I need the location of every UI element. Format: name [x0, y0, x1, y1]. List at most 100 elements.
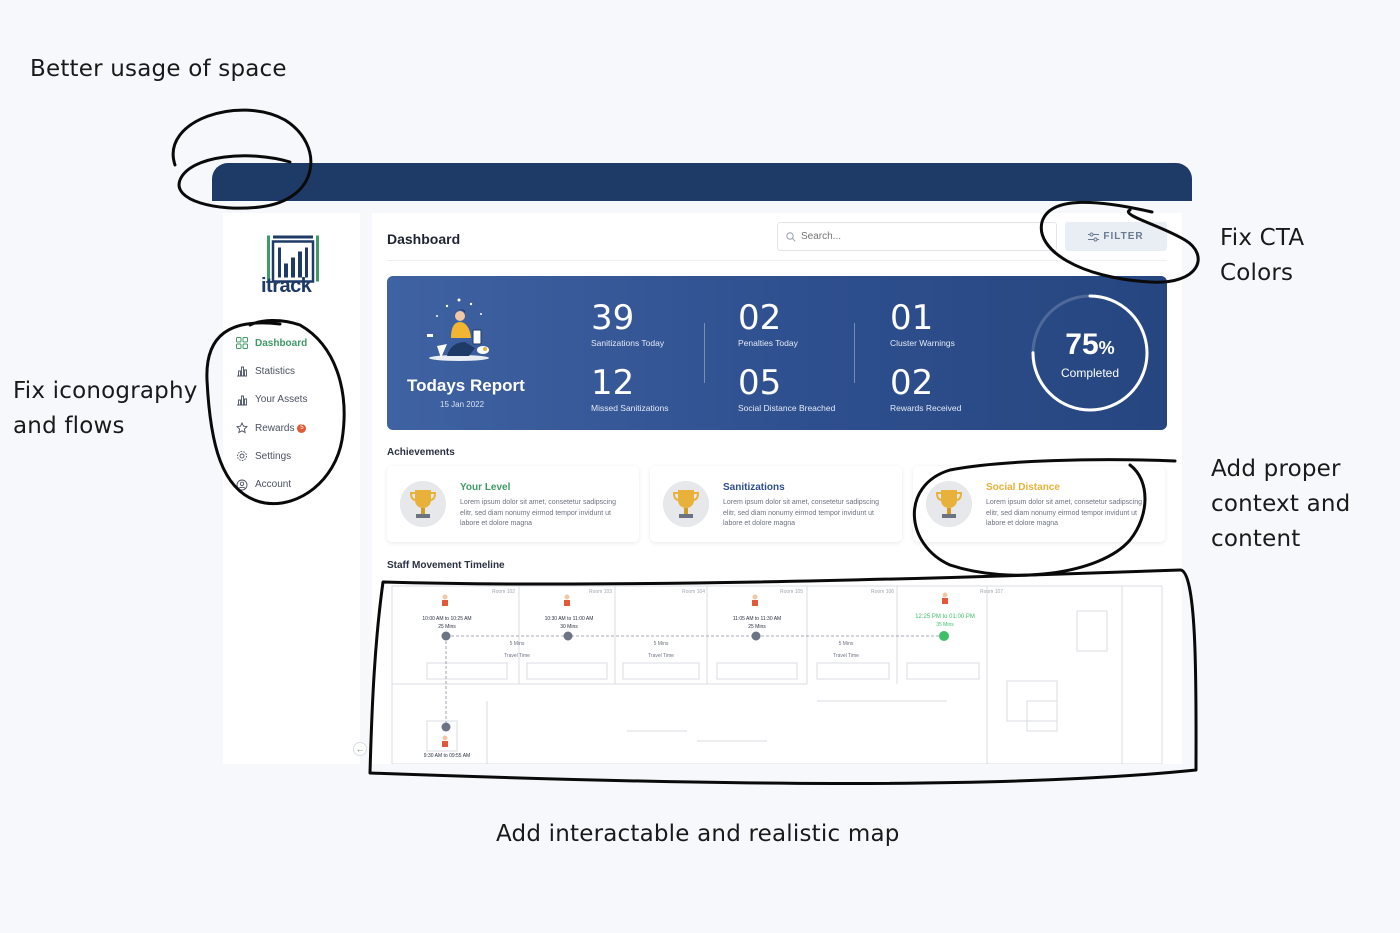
annotation-map: Add interactable and realistic map: [496, 821, 900, 847]
trophy-icon: [926, 481, 972, 527]
stat-sanitizations-today: 39 Sanitizations Today: [591, 300, 664, 348]
grid-icon: [236, 337, 248, 350]
achievement-description: Lorem ipsum dolor sit amet, consetetur s…: [723, 499, 880, 527]
stat-label: Sanitizations Today: [591, 338, 665, 348]
stop-duration: 30 Mins: [560, 624, 578, 630]
sidebar-item-account[interactable]: Account: [236, 470, 354, 498]
timeline-stop[interactable]: 11:05 AM to 11:30 AM 25 Mins: [725, 615, 789, 631]
achievement-title: Social Distance: [986, 482, 1060, 493]
annotation-context: Add proper context and content: [1211, 452, 1350, 557]
achievement-card-social-distance[interactable]: Social Distance Lorem ipsum dolor sit am…: [913, 466, 1165, 542]
travel-duration: 5 Mins: [653, 641, 669, 647]
travel-time-label: 5 Mins Travel Time: [641, 638, 681, 662]
achievement-description: Lorem ipsum dolor sit amet, consetetur s…: [460, 499, 617, 527]
annotation-context-line: Add proper: [1211, 456, 1341, 482]
achievement-card-level[interactable]: Your Level Lorem ipsum dolor sit amet, c…: [387, 466, 639, 542]
travel-duration: 5 Mins: [509, 641, 525, 647]
achievement-title: Your Level: [460, 482, 511, 493]
stat-cluster-warnings: 01 Cluster Warnings: [890, 300, 955, 348]
stat-value: 02: [890, 363, 934, 403]
stat-value: 05: [738, 363, 782, 403]
stat-value: 01: [890, 298, 934, 338]
annotation-space: Better usage of space: [30, 56, 287, 82]
gear-icon: [237, 451, 247, 462]
timeline-stop[interactable]: 10:00 AM to 10:25 AM 25 Mins: [415, 615, 479, 631]
stat-label: Rewards Received: [890, 403, 962, 413]
header-divider: [387, 260, 1167, 261]
completion-ring: 75% Completed: [1029, 292, 1151, 414]
travel-duration: 5 Mins: [838, 641, 854, 647]
progress-value: 75%: [1029, 328, 1151, 362]
sidebar-item-settings[interactable]: Settings: [236, 442, 354, 470]
main-panel: Dashboard FILTER Todays Report 15 Jan 20…: [372, 213, 1182, 764]
stop-time: 12:25 PM to 01:00 PM: [915, 614, 975, 620]
annotation-cta: Fix CTA Colors: [1220, 221, 1304, 291]
sidebar-collapse-button[interactable]: ←: [353, 742, 367, 756]
rewards-badge: 5: [297, 423, 307, 433]
app-topbar: [212, 163, 1192, 201]
timeline-start[interactable]: 9:30 AM to 09:55 AM: [415, 753, 479, 759]
achievement-description: Lorem ipsum dolor sit amet, consetetur s…: [986, 499, 1143, 527]
sidebar-item-assets[interactable]: Your Assets: [236, 386, 354, 414]
stat-value: 39: [591, 298, 635, 338]
sidebar-item-label: Statistics: [255, 365, 296, 377]
sidebar-item-label: Settings: [255, 450, 292, 462]
chart-icon: [237, 366, 247, 377]
stat-label: Penalties Today: [738, 338, 798, 348]
person-illustration: [427, 298, 489, 361]
search-icon: [786, 231, 796, 242]
travel-caption: Travel Time: [833, 653, 859, 659]
trophy-icon: [663, 481, 709, 527]
stat-label: Missed Sanitizations: [591, 403, 669, 413]
star-icon: [236, 422, 248, 434]
filter-button[interactable]: FILTER: [1065, 222, 1167, 251]
floor-map[interactable]: Room 102 Room 103 Room 104 Room 105 Room…: [387, 581, 1167, 764]
search-box[interactable]: [777, 222, 1057, 251]
stat-rewards-received: 02 Rewards Received: [890, 365, 961, 413]
timeline-stop-current[interactable]: 12:25 PM to 01:00 PM 35 Mins: [905, 613, 985, 629]
sidebar-item-statistics[interactable]: Statistics: [236, 357, 354, 385]
brand-name: itrack: [261, 275, 312, 297]
stop-duration: 25 Mins: [438, 624, 456, 630]
achievement-card-sanitizations[interactable]: Sanitizations Lorem ipsum dolor sit amet…: [650, 466, 902, 542]
stop-time: 11:05 AM to 11:30 AM: [732, 616, 782, 622]
sidebar-item-label: Dashboard: [255, 337, 308, 349]
annotation-context-line: content: [1211, 526, 1301, 552]
arrow-left-icon: ←: [355, 744, 365, 754]
annotation-iconography-line: and flows: [13, 413, 125, 439]
stat-label: Cluster Warnings: [890, 338, 955, 348]
sidebar-item-rewards[interactable]: Rewards 5: [236, 414, 354, 442]
assets-icon: [237, 395, 247, 406]
stat-separator: [704, 323, 705, 383]
travel-caption: Travel Time: [504, 653, 530, 659]
movement-path: [441, 592, 949, 747]
report-banner: Todays Report 15 Jan 2022 39 Sanitizatio…: [387, 276, 1167, 430]
sidebar-item-dashboard[interactable]: Dashboard: [236, 329, 354, 357]
stat-penalties-today: 02 Penalties Today: [738, 300, 798, 348]
stat-label: Social Distance Breached: [738, 403, 836, 413]
progress-unit: %: [1098, 338, 1115, 358]
stat-missed-sanitizations: 12 Missed Sanitizations: [591, 365, 668, 413]
annotation-cta-line: Colors: [1220, 260, 1294, 286]
annotation-context-line: context and: [1211, 491, 1351, 517]
sidebar-item-label: Account: [255, 479, 292, 491]
annotation-iconography-line: Fix iconography: [13, 378, 198, 404]
filter-sliders-icon: [1088, 232, 1100, 241]
sidebar: itrack Dashboard Statistics Your Assets …: [223, 213, 360, 764]
sidebar-nav: Dashboard Statistics Your Assets Rewards…: [236, 329, 354, 499]
timeline-stop[interactable]: 10:30 AM to 11:00 AM 30 Mins: [537, 615, 601, 631]
travel-caption: Travel Time: [648, 653, 674, 659]
progress-number: 75: [1065, 328, 1099, 361]
progress-label: Completed: [1060, 366, 1120, 380]
search-input[interactable]: [801, 231, 1041, 242]
report-date: 15 Jan 2022: [440, 400, 485, 409]
annotation-cta-line: Fix CTA: [1220, 225, 1305, 251]
stat-separator: [854, 323, 855, 383]
achievements-title: Achievements: [387, 447, 455, 458]
stop-duration: 35 Mins: [936, 622, 954, 628]
travel-time-label: 5 Mins Travel Time: [497, 638, 537, 662]
stat-value: 02: [738, 298, 782, 338]
stat-value: 12: [591, 363, 635, 403]
report-title: Todays Report: [407, 376, 525, 395]
stop-time: 10:00 AM to 10:25 AM: [422, 616, 472, 622]
